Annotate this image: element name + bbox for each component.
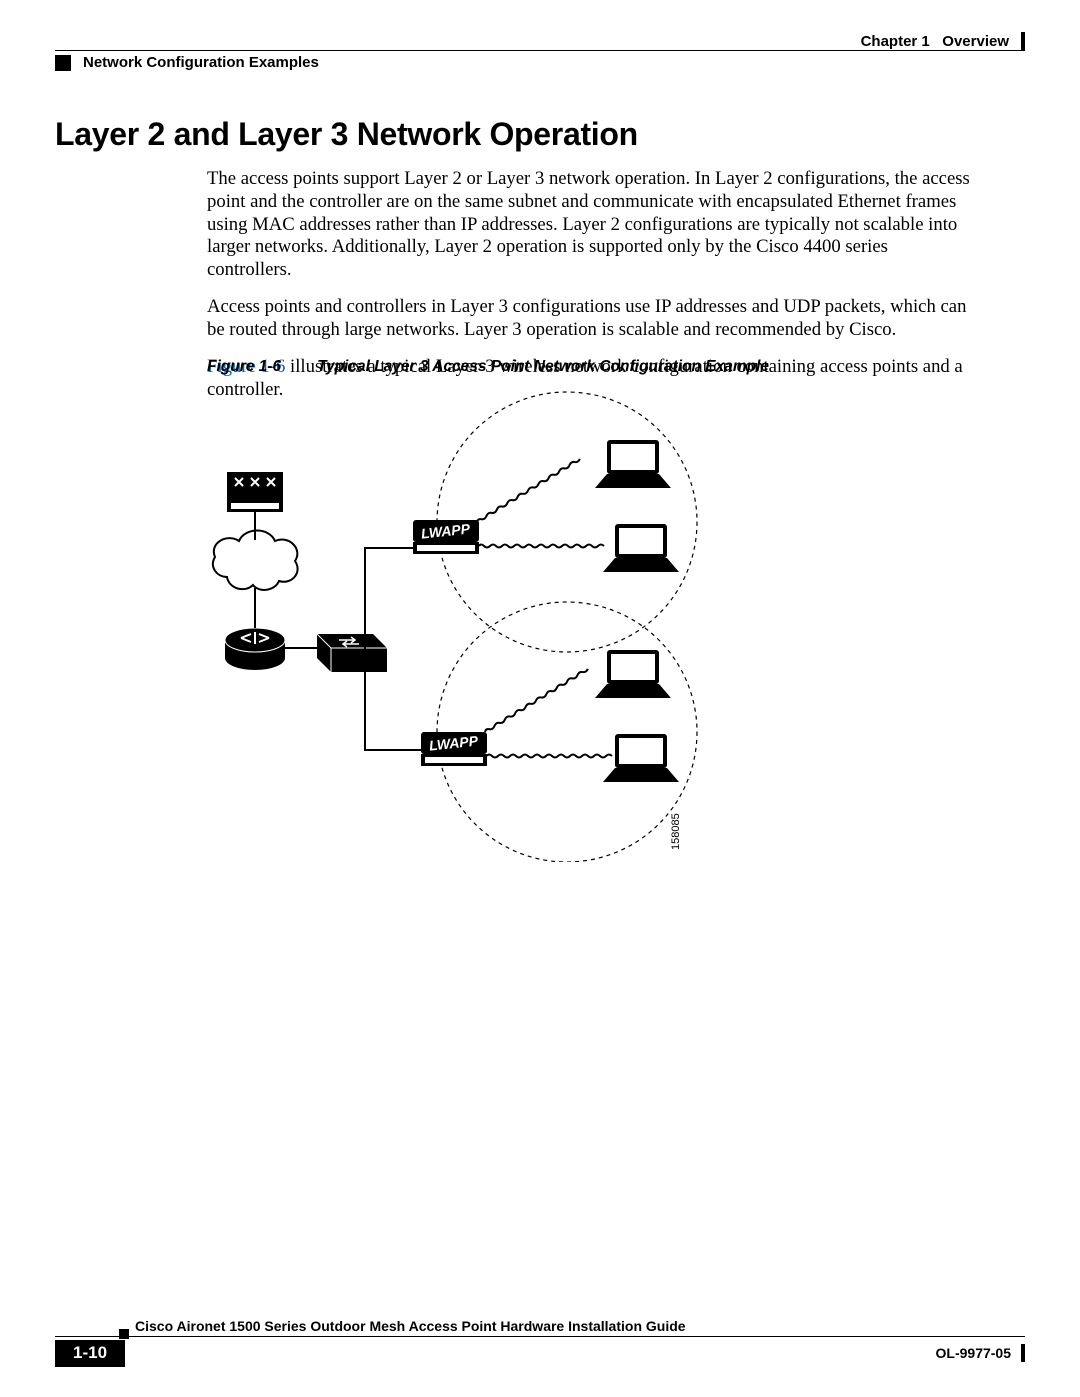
body-text: The access points support Layer 2 or Lay… <box>207 168 977 415</box>
laptop-icon <box>603 734 679 782</box>
footer-doc-number: OL-9977-05 <box>936 1344 1025 1362</box>
header-section: Network Configuration Examples <box>55 54 319 71</box>
access-point-icon: LWAPP <box>421 732 487 766</box>
wireless-link-icon <box>470 459 588 522</box>
laptop-icon <box>595 650 671 698</box>
wireless-link-icon <box>487 755 612 758</box>
footer-guide-title: Cisco Aironet 1500 Series Outdoor Mesh A… <box>135 1318 686 1334</box>
wireless-link-icon <box>479 545 604 548</box>
footer-page-number: 1-10 <box>55 1340 125 1367</box>
wireless-link-icon <box>478 669 596 732</box>
figure-diagram: LWAPP LWAPP <box>207 382 767 862</box>
controller-icon <box>227 472 283 512</box>
paragraph-1: The access points support Layer 2 or Lay… <box>207 168 977 282</box>
paragraph-2: Access points and controllers in Layer 3… <box>207 296 977 342</box>
footer-square-icon <box>119 1329 129 1339</box>
figure-image-id: 158085 <box>670 813 682 850</box>
header-square-icon <box>55 55 71 71</box>
page-heading: Layer 2 and Layer 3 Network Operation <box>55 116 638 153</box>
figure-caption: Figure 1-6Typical Layer 3 Access Point N… <box>207 358 769 376</box>
laptop-icon <box>595 440 671 488</box>
header-chapter: Chapter 1 Overview <box>861 32 1025 50</box>
router-icon <box>225 628 285 670</box>
laptop-icon <box>603 524 679 572</box>
access-point-icon: LWAPP <box>413 520 479 554</box>
header-bar-icon <box>1021 32 1025 50</box>
footer-bar-icon <box>1021 1344 1025 1362</box>
switch-icon <box>317 634 387 672</box>
